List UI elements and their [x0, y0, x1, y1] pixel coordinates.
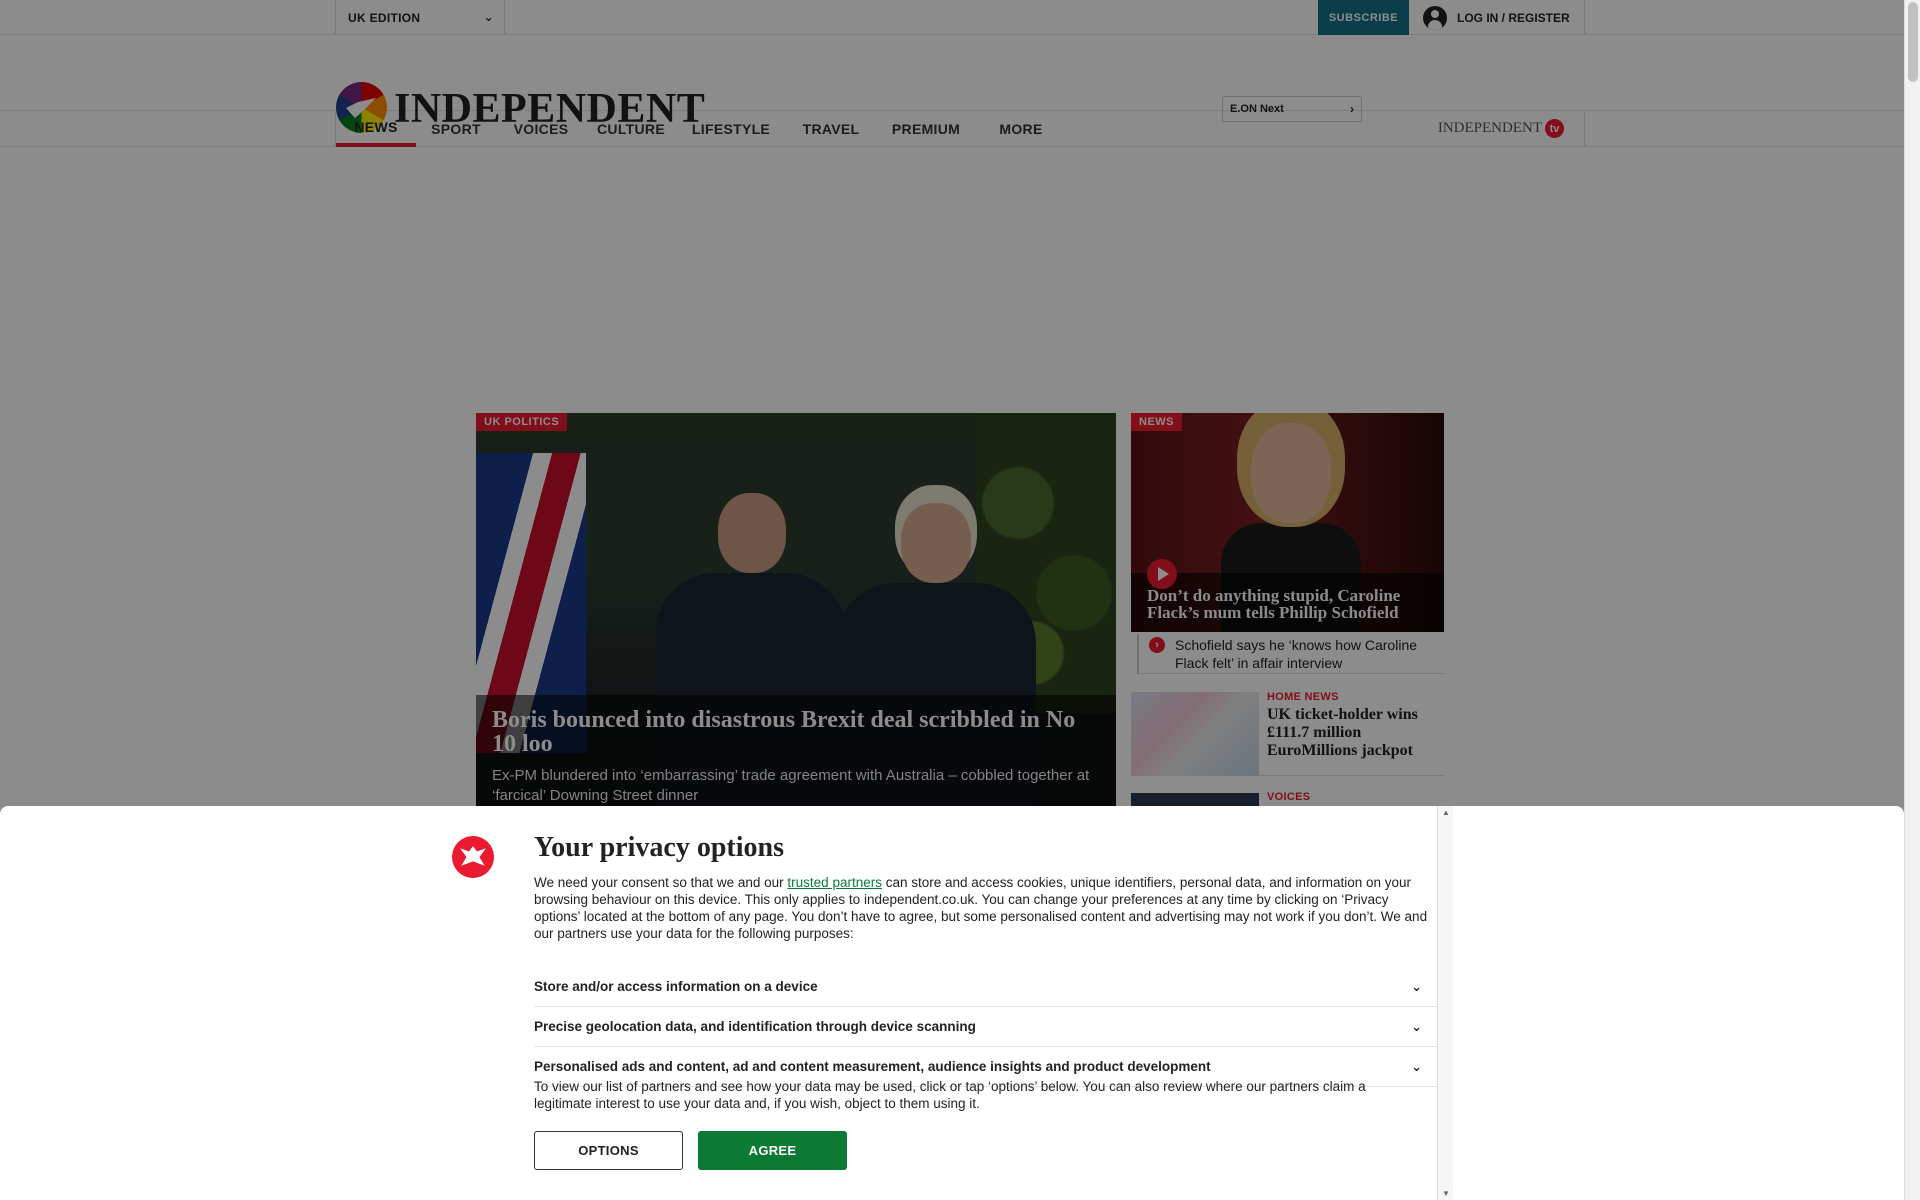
purpose-label: Personalised ads and content, ad and con…	[534, 1059, 1211, 1074]
chevron-down-icon[interactable]: ⌄	[1411, 1019, 1422, 1035]
eagle-logo-icon	[452, 836, 494, 878]
privacy-dialog: Your privacy options We need your consen…	[0, 806, 1904, 1200]
dialog-scrollbar[interactable]: ▲ ▼	[1437, 806, 1453, 1200]
chevron-down-icon[interactable]: ⌄	[1411, 979, 1422, 995]
chevron-down-icon[interactable]: ⌄	[1411, 1059, 1422, 1075]
purpose-label: Store and/or access information on a dev…	[534, 979, 818, 994]
page-scrollbar[interactable]	[1904, 0, 1920, 1200]
consent-intro: We need your consent so that we and our …	[534, 874, 1434, 942]
trusted-partners-link[interactable]: trusted partners	[787, 875, 882, 890]
purpose-label: Precise geolocation data, and identifica…	[534, 1019, 976, 1034]
purpose-item[interactable]: Store and/or access information on a dev…	[534, 967, 1438, 1007]
agree-button[interactable]: AGREE	[698, 1131, 847, 1170]
scroll-up-icon[interactable]: ▲	[1442, 808, 1450, 817]
scroll-down-icon[interactable]: ▼	[1442, 1189, 1450, 1198]
intro-text: We need your consent so that we and our	[534, 875, 788, 890]
scrollbar-thumb[interactable]	[1908, 2, 1918, 82]
options-button[interactable]: OPTIONS	[534, 1131, 683, 1170]
partners-note: To view our list of partners and see how…	[534, 1079, 1366, 1111]
dialog-title: Your privacy options	[534, 832, 784, 863]
purpose-item[interactable]: Precise geolocation data, and identifica…	[534, 1007, 1438, 1047]
